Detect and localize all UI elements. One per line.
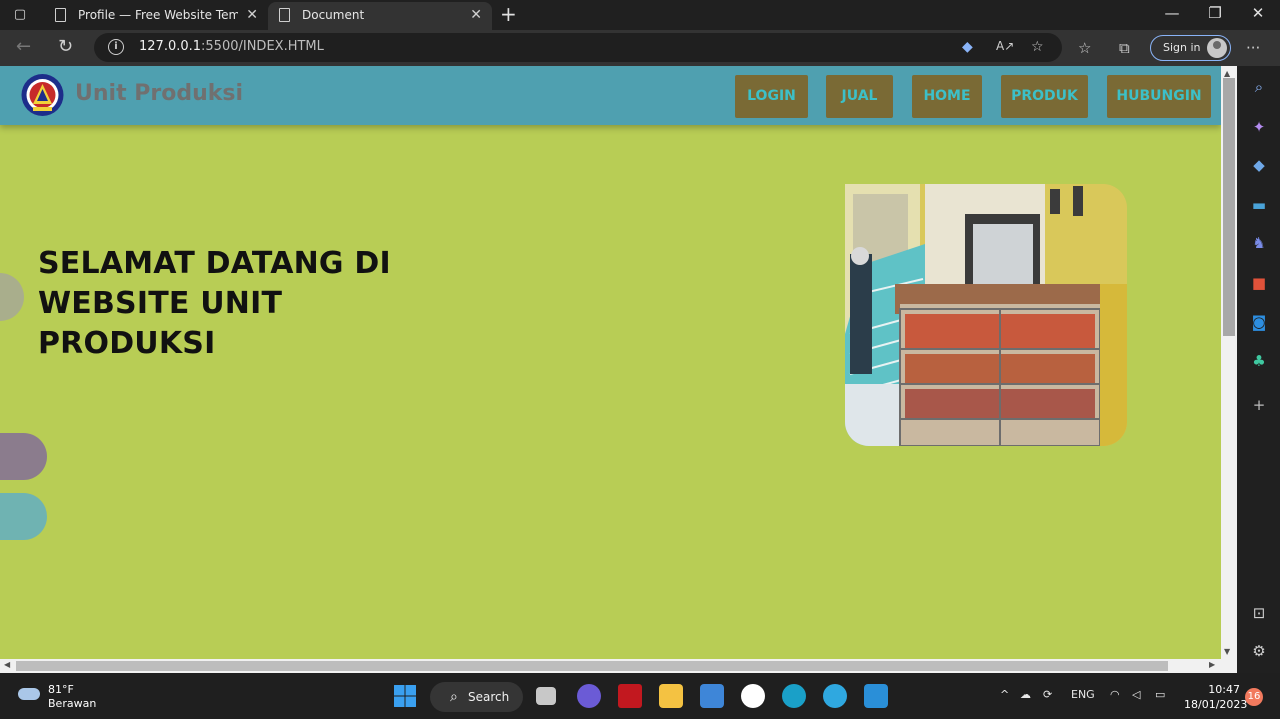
close-tab-icon[interactable]: ✕ — [470, 2, 482, 28]
site-header: Unit Produksi LOGIN JUAL HOME PRODUK HUB… — [0, 66, 1221, 125]
minimize-icon[interactable]: — — [1162, 4, 1182, 22]
new-tab-icon[interactable]: + — [500, 3, 517, 25]
sign-in-label: Sign in — [1163, 41, 1201, 54]
address-bar[interactable]: i 127.0.0.1:5500/INDEX.HTML ◆ A↗ ☆ — [94, 33, 1062, 62]
decor-pill-purple — [0, 433, 47, 480]
clock-date: 18/01/2023 — [1184, 698, 1248, 711]
edge-sidebar: ⌕ ✦ ◆ ▬ ♞ ■ ◙ ♣ + ⊡ ⚙ — [1237, 66, 1280, 673]
volume-icon[interactable]: ◁ — [1132, 688, 1140, 701]
cloud-icon — [18, 688, 40, 700]
restore-icon[interactable]: ❐ — [1205, 4, 1225, 22]
add-favorite-icon[interactable]: ☆ — [1031, 39, 1044, 55]
hide-sidebar-icon[interactable]: ⊡ — [1250, 604, 1268, 622]
tab-title: Document — [302, 8, 365, 22]
tab-actions-icon[interactable]: ▢ — [12, 7, 28, 23]
horizontal-scrollbar[interactable]: ◀ ▶ — [0, 659, 1237, 673]
windows-start-icon[interactable] — [393, 684, 417, 708]
scroll-left-icon[interactable]: ◀ — [4, 660, 10, 669]
page-viewport: Unit Produksi LOGIN JUAL HOME PRODUK HUB… — [0, 66, 1221, 659]
sparkle-icon[interactable]: ✦ — [1250, 118, 1268, 136]
clock[interactable]: 10:47 18/01/2023 — [1184, 682, 1247, 712]
tab-title: Profile — Free Website Template — [78, 8, 238, 22]
cloud-sync-icon[interactable]: ☁ — [1020, 688, 1031, 701]
taskbar-search[interactable]: ⌕ Search — [430, 682, 523, 712]
read-aloud-icon[interactable]: A↗ — [996, 39, 1014, 53]
scroll-down-icon[interactable]: ▼ — [1224, 647, 1230, 656]
edge-icon[interactable] — [782, 684, 806, 708]
avatar-icon — [1207, 38, 1227, 58]
games-icon[interactable]: ♞ — [1250, 234, 1268, 252]
school-logo — [21, 74, 64, 116]
refresh-icon[interactable]: ↻ — [58, 37, 73, 57]
search-icon[interactable]: ⌕ — [1250, 78, 1268, 96]
tab-document[interactable]: Document ✕ — [268, 2, 492, 30]
file-explorer-icon[interactable] — [659, 684, 683, 708]
store-icon[interactable] — [700, 684, 724, 708]
page-icon — [279, 8, 290, 22]
language-indicator[interactable]: ENG — [1071, 688, 1095, 701]
collections-icon[interactable]: ⧉ — [1119, 39, 1130, 57]
wifi-icon[interactable]: ◠ — [1110, 688, 1120, 701]
office-icon[interactable]: ■ — [1250, 274, 1268, 292]
settings-gear-icon[interactable]: ⚙ — [1250, 642, 1268, 660]
scroll-right-icon[interactable]: ▶ — [1209, 660, 1215, 669]
nav-login-button[interactable]: LOGIN — [735, 75, 808, 118]
decor-circle — [0, 273, 24, 321]
tools-icon[interactable]: ▬ — [1250, 196, 1268, 214]
site-info-icon[interactable]: i — [108, 39, 124, 55]
vscode-icon[interactable] — [864, 684, 888, 708]
scrollbar-thumb[interactable] — [16, 661, 1168, 671]
close-window-icon[interactable]: ✕ — [1248, 4, 1268, 22]
sync-icon[interactable]: ⟳ — [1043, 688, 1052, 701]
tab-profile[interactable]: Profile — Free Website Template ✕ — [44, 2, 268, 30]
hero-title: SELAMAT DATANG DI WEBSITE UNIT PRODUKSI — [38, 246, 391, 361]
mcafee-icon[interactable] — [618, 684, 642, 708]
back-icon[interactable]: ← — [16, 37, 31, 57]
notification-badge[interactable]: 16 — [1245, 688, 1263, 706]
scrollbar-thumb[interactable] — [1223, 78, 1235, 336]
add-icon[interactable]: + — [1250, 396, 1268, 414]
battery-icon[interactable]: ▭ — [1155, 688, 1165, 701]
favorites-icon[interactable]: ☆ — [1078, 39, 1091, 57]
outlook-icon[interactable]: ◙ — [1250, 313, 1268, 331]
nav-home-button[interactable]: HOME — [912, 75, 982, 118]
browser-icon[interactable] — [823, 684, 847, 708]
coupon-tag-icon[interactable]: ◆ — [962, 39, 973, 55]
nav-jual-button[interactable]: JUAL — [826, 75, 893, 118]
search-icon: ⌕ — [450, 689, 458, 705]
close-tab-icon[interactable]: ✕ — [246, 2, 258, 28]
nav-hubungin-button[interactable]: HUBUNGIN — [1107, 75, 1211, 118]
scroll-up-icon[interactable]: ▲ — [1224, 69, 1230, 78]
nav-produk-button[interactable]: PRODUK — [1001, 75, 1088, 118]
windows-taskbar: 81°F Berawan ⌕ Search ^ ☁ ⟳ ENG ◠ ◁ ▭ 10:… — [0, 673, 1280, 719]
teams-chat-icon[interactable] — [577, 684, 601, 708]
tree-icon[interactable]: ♣ — [1250, 352, 1268, 370]
browser-toolbar: ← ↻ i 127.0.0.1:5500/INDEX.HTML ◆ A↗ ☆ ☆… — [0, 30, 1280, 66]
brand-title[interactable]: Unit Produksi — [75, 81, 243, 106]
vertical-scrollbar[interactable]: ▲ ▼ — [1221, 66, 1237, 659]
app-icon[interactable] — [741, 684, 765, 708]
weather-text: 81°F Berawan — [48, 683, 97, 710]
browser-tab-bar: ▢ Profile — Free Website Template ✕ Docu… — [0, 0, 1280, 30]
store-photo — [845, 184, 1127, 446]
page-icon — [55, 8, 66, 22]
task-view-icon[interactable] — [536, 687, 556, 705]
sign-in-button[interactable]: Sign in — [1150, 35, 1231, 61]
more-menu-icon[interactable]: ··· — [1246, 39, 1260, 57]
show-hidden-icons[interactable]: ^ — [1000, 688, 1009, 701]
clock-time: 10:47 — [1208, 683, 1240, 696]
url-text[interactable]: 127.0.0.1:5500/INDEX.HTML — [139, 39, 324, 54]
shopping-tag-icon[interactable]: ◆ — [1250, 156, 1268, 174]
search-label: Search — [468, 690, 510, 704]
decor-pill-teal — [0, 493, 47, 540]
